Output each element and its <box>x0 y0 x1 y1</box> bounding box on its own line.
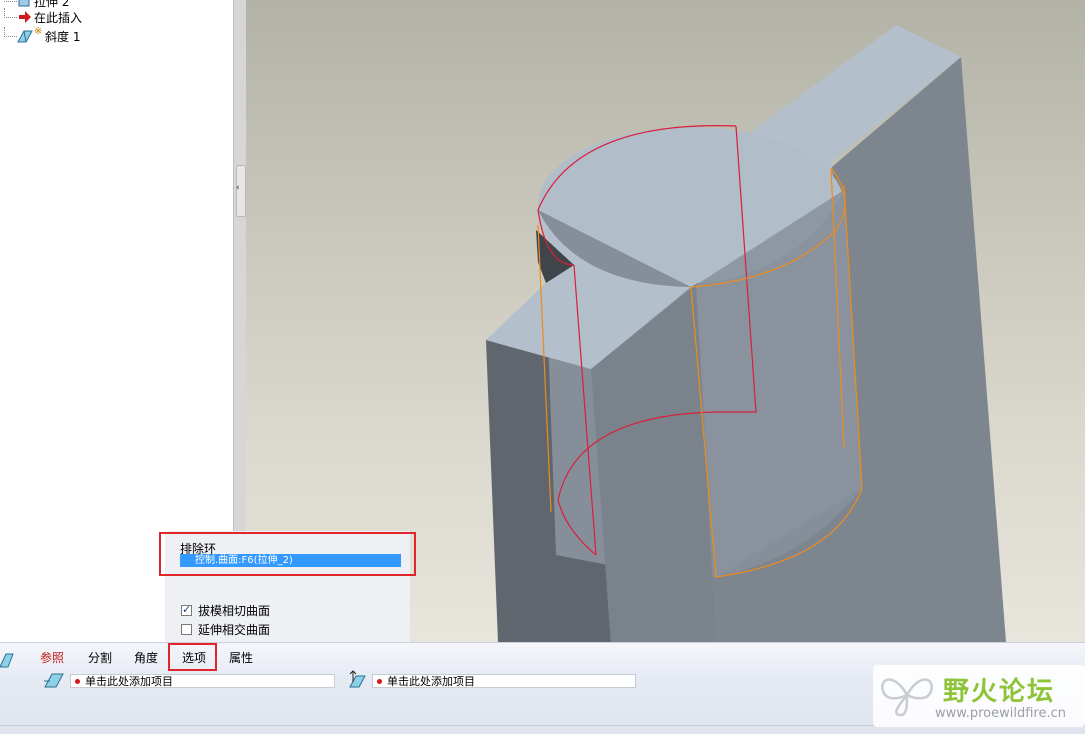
draft-feature-icon <box>17 30 33 43</box>
draft-hinges-placeholder: 单击此处添加项目 <box>387 675 475 688</box>
extrude-icon <box>18 0 30 7</box>
draft-surface-icon <box>44 673 64 688</box>
draft-tangent-label: 拔模相切曲面 <box>198 604 271 618</box>
site-watermark: 野火论坛 www.proewildfire.cn <box>873 665 1085 727</box>
tree-item-label: 斜度 1 <box>45 30 81 44</box>
draft-tangent-surfaces-option[interactable]: 拔模相切曲面 <box>181 602 270 619</box>
tab-split[interactable]: 分割 <box>88 647 112 669</box>
draft-tangent-checkbox[interactable] <box>181 603 192 616</box>
tree-item-label: 在此插入 <box>34 11 83 25</box>
extend-intersect-label: 延伸相交曲面 <box>198 623 271 637</box>
tree-connector <box>4 0 17 2</box>
draft-surfaces-collector[interactable]: 单击此处添加项目 <box>70 674 335 688</box>
extend-intersect-surfaces-option[interactable]: 延伸相交曲面 <box>181 621 270 638</box>
butterfly-logo-icon <box>881 678 933 717</box>
draft-hinges-collector[interactable]: 单击此处添加项目 <box>372 674 636 688</box>
draft-hinge-icon <box>349 670 366 688</box>
tab-angles[interactable]: 角度 <box>134 647 158 669</box>
exclusion-loops-list-item[interactable]: 控制.曲面:F6(拉伸_2) <box>180 554 401 567</box>
tab-references[interactable]: 参照 <box>40 647 64 669</box>
required-dot-icon <box>75 679 80 684</box>
regen-mark: ※ <box>34 26 43 37</box>
extend-intersect-checkbox[interactable] <box>181 624 192 635</box>
draft-feature-icon <box>0 653 14 668</box>
watermark-url: www.proewildfire.cn <box>935 706 1066 721</box>
options-tab-highlight-box <box>168 643 217 671</box>
tab-properties[interactable]: 属性 <box>229 647 253 669</box>
collapse-left-icon[interactable]: ‹ <box>236 183 240 193</box>
insert-here-arrow-icon <box>19 11 31 23</box>
watermark-title: 野火论坛 <box>943 677 1056 707</box>
tree-connector <box>4 8 17 18</box>
draft-surfaces-placeholder: 单击此处添加项目 <box>85 675 173 688</box>
required-dot-icon <box>377 679 382 684</box>
